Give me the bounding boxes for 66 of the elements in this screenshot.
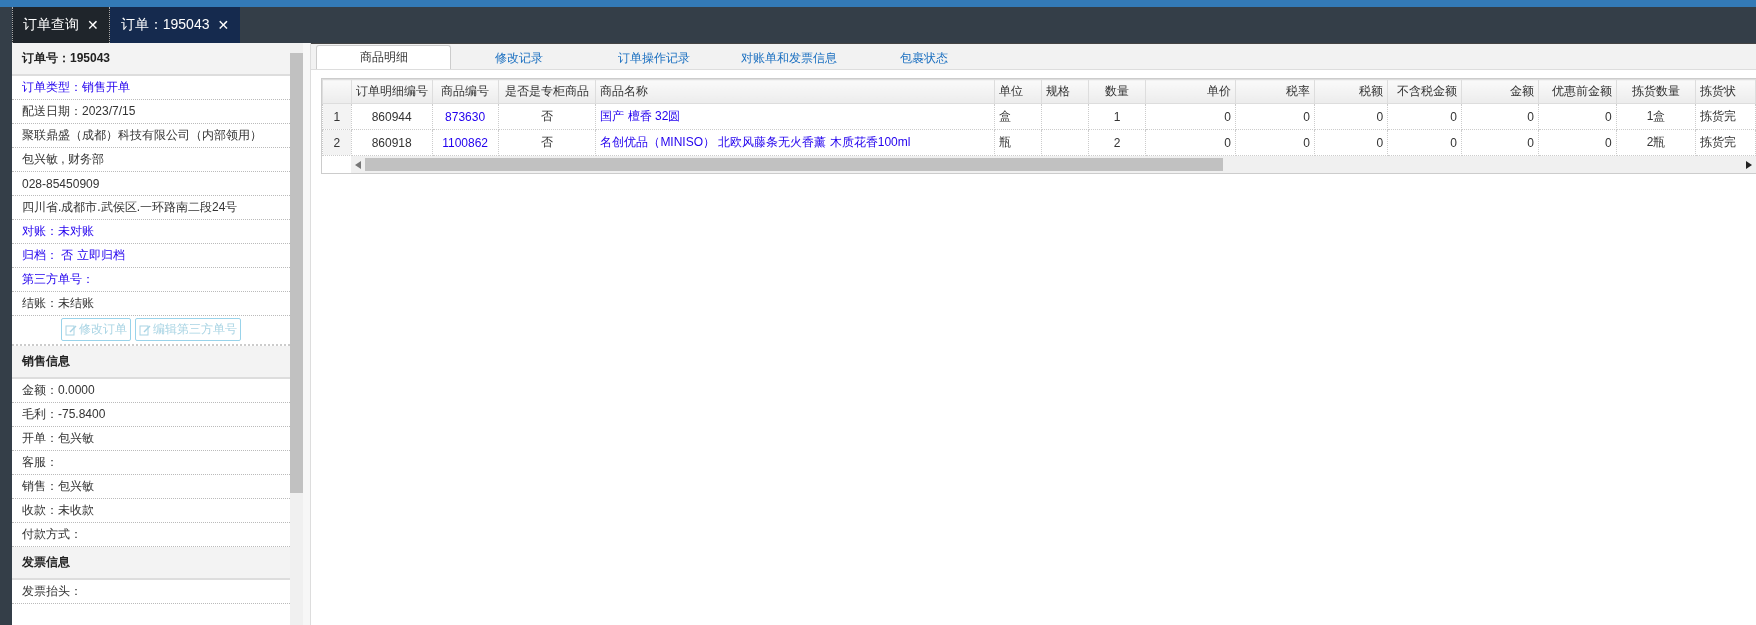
detail-tab[interactable]: 包裹状态 (856, 47, 991, 69)
order-number-heading: 订单号：195043 (12, 43, 290, 76)
table-cell: 1盒 (1616, 103, 1696, 130)
table-cell: 0 (1538, 129, 1617, 156)
column-header[interactable]: 优惠前金额 (1538, 79, 1617, 104)
close-icon[interactable]: ✕ (217, 17, 230, 33)
table-cell: 0 (1461, 103, 1539, 130)
close-icon[interactable]: ✕ (87, 17, 99, 33)
detail-tab[interactable]: 订单操作记录 (586, 47, 721, 69)
table-cell: 0 (1538, 103, 1617, 130)
table-cell: 瓶 (994, 129, 1042, 156)
row-number: 2 (322, 129, 352, 156)
table-cell: 0 (1235, 129, 1315, 156)
pencil-icon (65, 323, 77, 336)
section-heading: 发票信息 (12, 547, 290, 580)
scroll-right-icon[interactable] (1746, 160, 1752, 169)
column-header[interactable]: 税额 (1314, 79, 1388, 104)
column-header[interactable]: 商品编号 (432, 79, 498, 104)
table-cell: 0 (1461, 129, 1539, 156)
horizontal-scrollbar[interactable] (351, 156, 1756, 173)
table-cell: 2 (1088, 129, 1146, 156)
table-link[interactable]: 名创优品（MINISO） 北欧风藤条无火香薰 木质花香100ml (595, 129, 995, 156)
table-cell: 0 (1235, 103, 1315, 130)
detail-tab[interactable]: 对账单和发票信息 (721, 47, 856, 69)
vertical-scrollbar[interactable] (290, 43, 303, 625)
table-link[interactable]: 国产 檀香 32圆 (595, 103, 995, 130)
scroll-left-icon[interactable] (355, 160, 361, 169)
column-header[interactable]: 不含税金额 (1387, 79, 1462, 104)
table-cell: 0 (1314, 103, 1388, 130)
section-heading: 销售信息 (12, 346, 290, 379)
table-cell: 860918 (351, 129, 433, 156)
column-header[interactable]: 订单明细编号 (351, 79, 433, 104)
pencil-icon (139, 323, 151, 336)
column-header[interactable]: 是否是专柜商品 (498, 79, 596, 104)
table-cell: 860944 (351, 103, 433, 130)
page-tab[interactable]: 订单：195043 ✕ (109, 7, 241, 43)
detail-tab[interactable]: 修改记录 (451, 47, 586, 69)
table-cell: 拣货完 (1695, 103, 1756, 130)
column-header[interactable]: 拣货数量 (1616, 79, 1696, 104)
table-cell: 盒 (994, 103, 1042, 130)
detail-tab[interactable]: 商品明细 (316, 45, 451, 69)
table-cell: 0 (1387, 129, 1462, 156)
column-header[interactable]: 金额 (1461, 79, 1539, 104)
table-cell: 否 (498, 103, 596, 130)
table-cell: 0 (1145, 103, 1236, 130)
table-link[interactable]: 873630 (432, 103, 498, 130)
table-cell: 1 (1088, 103, 1146, 130)
splitter-bar[interactable] (303, 43, 311, 625)
column-header[interactable]: 税率 (1235, 79, 1315, 104)
table-cell: 0 (1145, 129, 1236, 156)
table-cell (1041, 103, 1089, 130)
column-header[interactable]: 单位 (994, 79, 1042, 104)
page-tab[interactable]: 订单查询 ✕ (12, 7, 110, 43)
table-cell: 拣货完 (1695, 129, 1756, 156)
row-number: 1 (322, 103, 352, 130)
column-header[interactable]: 数量 (1088, 79, 1146, 104)
table-cell (1041, 129, 1089, 156)
column-header[interactable]: 规格 (1041, 79, 1089, 104)
table-cell: 否 (498, 129, 596, 156)
column-header[interactable]: 单价 (1145, 79, 1236, 104)
column-header[interactable]: 商品名称 (595, 79, 995, 104)
column-header[interactable]: 拣货状 (1695, 79, 1756, 104)
table-cell: 0 (1314, 129, 1388, 156)
table-link[interactable]: 1100862 (432, 129, 498, 156)
table-cell: 2瓶 (1616, 129, 1696, 156)
table-cell: 0 (1387, 103, 1462, 130)
